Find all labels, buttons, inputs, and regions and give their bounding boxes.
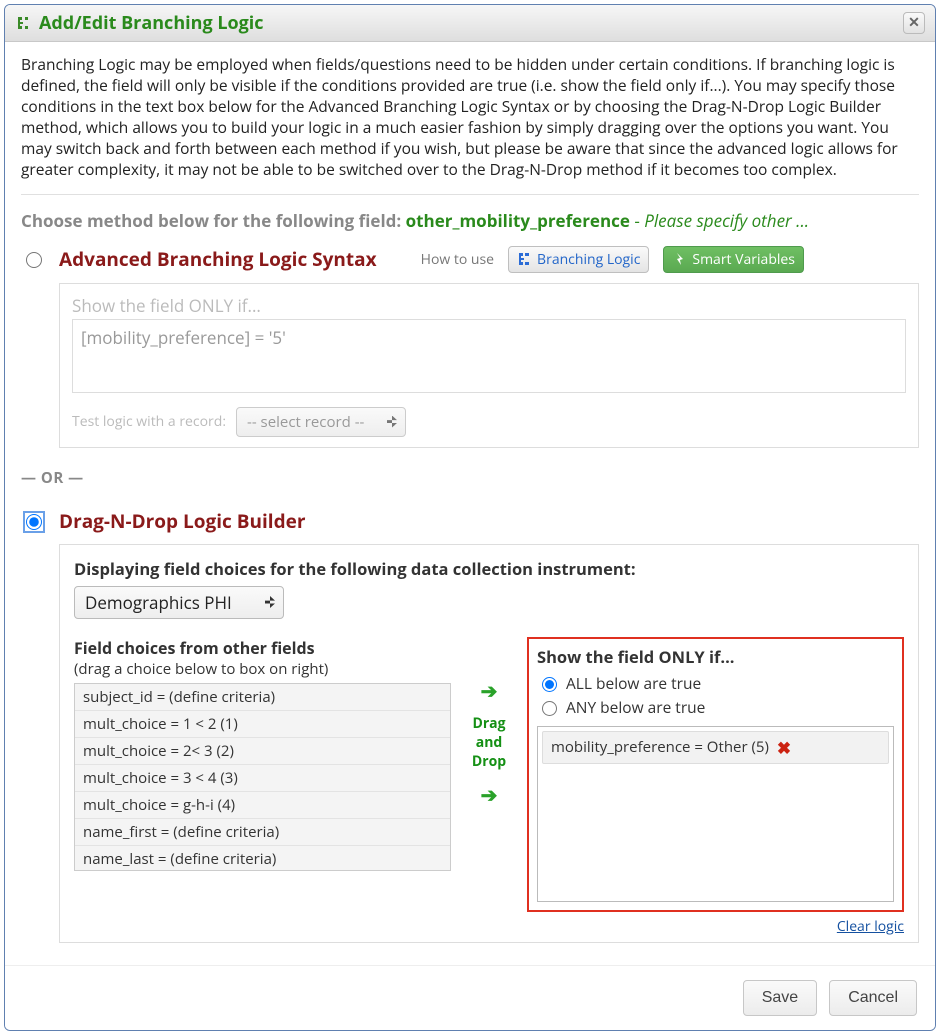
advanced-logic-panel: Show the field ONLY if... [mobility_pref… xyxy=(59,283,919,448)
arrow-right-icon: ➔ xyxy=(461,781,517,808)
clear-logic-link[interactable]: Clear logic xyxy=(837,917,904,936)
dialog-footer: Save Cancel xyxy=(5,965,935,1030)
opt-all-label: ALL below are true xyxy=(566,672,701,694)
builder-title: Drag-N-Drop Logic Builder xyxy=(59,508,919,534)
choose-prefix: Choose method below for the following fi… xyxy=(21,209,401,232)
applied-rule[interactable]: mobility_preference = Other (5) ✖ xyxy=(542,731,889,764)
branching-logic-help-label: Branching Logic xyxy=(537,250,640,269)
divider xyxy=(21,194,919,195)
applied-rule-text: mobility_preference = Other (5) xyxy=(551,737,769,757)
radio-all[interactable] xyxy=(542,677,557,692)
test-record-select[interactable]: -- select record -- xyxy=(236,407,406,437)
builder-panel: Displaying field choices for the followi… xyxy=(59,544,919,943)
rules-highlight: Show the field ONLY if... ALL below are … xyxy=(527,637,904,912)
advanced-header-row: Advanced Branching Logic Syntax How to u… xyxy=(59,246,919,273)
smart-variables-button[interactable]: Smart Variables xyxy=(663,246,804,273)
instrument-select-value: Demographics PHI xyxy=(85,591,232,614)
logic-value: [mobility_preference] = '5' xyxy=(81,326,286,349)
dialog-body: Branching Logic may be employed when fie… xyxy=(5,42,935,965)
remove-rule-icon[interactable]: ✖ xyxy=(777,736,791,759)
opt-any-row[interactable]: ANY below are true xyxy=(537,696,894,718)
advanced-title: Advanced Branching Logic Syntax xyxy=(59,246,377,272)
branch-help-icon xyxy=(517,252,531,266)
dialog-titlebar: Add/Edit Branching Logic ✕ xyxy=(5,5,935,42)
clear-logic-row: Clear logic xyxy=(527,916,904,936)
show-only-if-header: Show the field ONLY if... xyxy=(537,645,894,668)
cancel-button[interactable]: Cancel xyxy=(829,980,917,1016)
close-button[interactable]: ✕ xyxy=(903,12,925,34)
drag-label: Drop xyxy=(461,752,517,771)
field-name: other_mobility_preference xyxy=(406,209,630,232)
field-dash: - xyxy=(634,209,644,232)
drag-label: and xyxy=(461,733,517,752)
test-logic-label: Test logic with a record: xyxy=(72,412,226,431)
howto-label: How to use xyxy=(421,250,494,269)
smart-variables-label: Smart Variables xyxy=(692,250,795,269)
radio-any[interactable] xyxy=(542,701,557,716)
or-separator: — OR — xyxy=(21,468,919,488)
radio-advanced[interactable] xyxy=(26,252,42,268)
choice-item[interactable]: mult_choice = 3 < 4 (3) xyxy=(75,765,450,792)
choice-item[interactable]: name_first = (define criteria) xyxy=(75,819,450,846)
choices-header: Field choices from other fields xyxy=(74,637,451,659)
choice-item[interactable]: subject_id = (define criteria) xyxy=(75,684,450,711)
method-builder: Drag-N-Drop Logic Builder Displaying fie… xyxy=(21,508,919,943)
method-advanced: Advanced Branching Logic Syntax How to u… xyxy=(21,246,919,448)
smart-variables-icon xyxy=(672,252,686,266)
builder-columns: Field choices from other fields (drag a … xyxy=(74,637,904,936)
opt-any-label: ANY below are true xyxy=(566,696,705,718)
instrument-select[interactable]: Demographics PHI xyxy=(74,586,284,619)
builder-display-label: Displaying field choices for the followi… xyxy=(74,557,904,580)
intro-text: Branching Logic may be employed when fie… xyxy=(21,54,919,180)
close-icon: ✕ xyxy=(908,16,920,30)
logic-placeholder: Show the field ONLY if... xyxy=(72,294,906,317)
logic-textarea[interactable]: [mobility_preference] = '5' xyxy=(72,319,906,393)
dialog-title: Add/Edit Branching Logic xyxy=(39,11,903,35)
radio-builder[interactable] xyxy=(26,514,42,530)
save-button[interactable]: Save xyxy=(743,980,817,1016)
choice-item[interactable]: mult_choice = g-h-i (4) xyxy=(75,792,450,819)
choose-method-line: Choose method below for the following fi… xyxy=(21,209,919,232)
branching-logic-dialog: Add/Edit Branching Logic ✕ Branching Log… xyxy=(4,4,936,1031)
choice-list: subject_id = (define criteria) mult_choi… xyxy=(74,683,451,871)
arrow-right-icon: ➔ xyxy=(461,677,517,704)
field-description: Please specify other ... xyxy=(644,209,809,232)
rules-column: Show the field ONLY if... ALL below are … xyxy=(527,637,904,936)
branching-logic-help-button[interactable]: Branching Logic xyxy=(508,246,649,273)
choice-item[interactable]: name_last = (define criteria) xyxy=(75,846,450,871)
opt-all-row[interactable]: ALL below are true xyxy=(537,672,894,694)
choice-item[interactable]: mult_choice = 2< 3 (2) xyxy=(75,738,450,765)
branch-icon xyxy=(15,15,31,31)
drop-zone[interactable]: mobility_preference = Other (5) ✖ xyxy=(537,726,894,902)
test-logic-row: Test logic with a record: -- select reco… xyxy=(72,407,906,437)
test-record-select-value: -- select record -- xyxy=(247,412,364,432)
choice-item[interactable]: mult_choice = 1 < 2 (1) xyxy=(75,711,450,738)
drag-indicator-column: ➔ Drag and Drop ➔ xyxy=(461,637,517,808)
drag-label: Drag xyxy=(461,714,517,733)
choices-sub: (drag a choice below to box on right) xyxy=(74,659,451,679)
choices-column: Field choices from other fields (drag a … xyxy=(74,637,451,871)
